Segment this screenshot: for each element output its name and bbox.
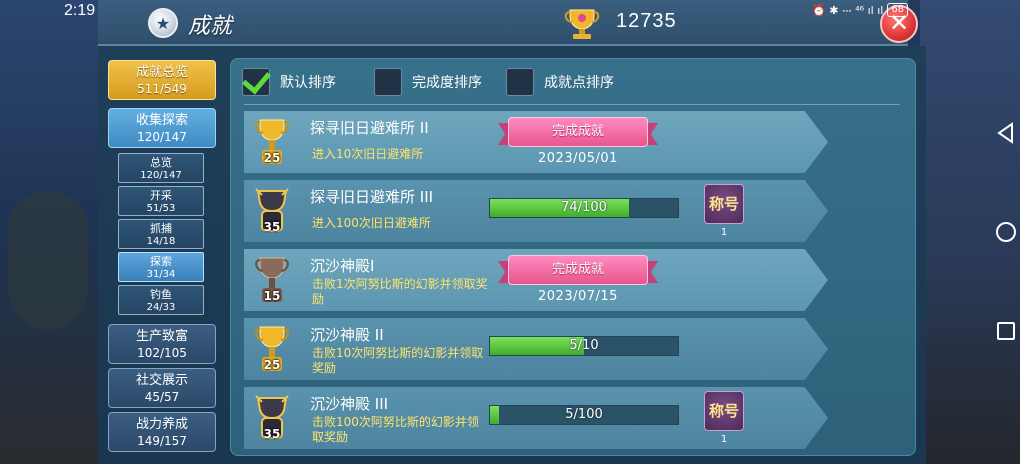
status-icons: ⏰ ✱ 𝌀 ⁴⁶ ıl ıl 68	[812, 3, 909, 17]
achievement-title: 探寻旧日避难所 III	[310, 188, 434, 206]
completion-date: 2023/07/15	[538, 289, 618, 304]
completed-label: 完成成就	[508, 117, 648, 147]
nav-production-label: 生产致富	[135, 329, 188, 344]
sort-points-label: 成就点排序	[544, 75, 614, 91]
achievement-row[interactable]: 35 沉沙神殿 III 击败100次阿努比斯的幻影并领取奖励 5/100 称号 …	[244, 387, 828, 449]
achievement-points-badge: 25	[263, 358, 281, 372]
divider	[244, 104, 900, 105]
achievement-row[interactable]: 15 沉沙神殿I 击败1次阿努比斯的幻影并领取奖励 完成成就 2023/07/1…	[244, 249, 828, 311]
subnav-label: 抓捕	[150, 222, 172, 235]
nav-combat-label: 战力养成	[135, 417, 188, 432]
nav-social[interactable]: 社交展示 45/57	[108, 368, 216, 408]
nav-production[interactable]: 生产致富 102/105	[108, 324, 216, 364]
nav-collect-label: 收集探索	[135, 113, 188, 128]
nav-collect-explore[interactable]: 收集探索 120/147	[108, 108, 216, 148]
completed-ribbon: 完成成就	[498, 117, 658, 147]
achievement-points-badge: 35	[263, 220, 281, 234]
reward-count: 1	[720, 434, 728, 445]
title-reward-icon[interactable]: 称号	[704, 391, 744, 431]
achievement-description: 进入10次旧日避难所	[312, 147, 424, 161]
status-time: 2:19	[64, 2, 96, 19]
nav-social-label: 社交展示	[135, 373, 188, 388]
progress-text: 5/100	[565, 407, 603, 422]
progress-text: 5/10	[569, 338, 599, 353]
title-reward-icon[interactable]: 称号	[704, 184, 744, 224]
nav-overview-label: 成就总览	[135, 65, 188, 80]
sort-completion-option[interactable]: 完成度排序	[374, 68, 482, 96]
subnav-label: 开采	[150, 189, 172, 202]
completed-ribbon: 完成成就	[498, 255, 658, 285]
progress-bar: 5/100	[489, 405, 679, 425]
battery-icon: 68	[887, 3, 909, 17]
achievement-description: 击败1次阿努比斯的幻影并领取奖励	[312, 277, 488, 306]
sort-points-checkbox[interactable]	[506, 68, 534, 96]
reward-count: 1	[720, 227, 728, 238]
achievement-title: 沉沙神殿 III	[310, 395, 389, 413]
achievement-title: 探寻旧日避难所 II	[310, 119, 429, 137]
nav-social-count: 45/57	[144, 390, 180, 404]
nav-combat-count: 149/157	[137, 434, 187, 448]
sort-completion-checkbox[interactable]	[374, 68, 402, 96]
subnav-fishing[interactable]: 钓鱼 24/33	[118, 285, 204, 315]
progress-bar: 74/100	[489, 198, 679, 218]
achievement-description: 击败10次阿努比斯的幻影并领取奖励	[312, 346, 484, 375]
achievement-row[interactable]: 25 沉沙神殿 II 击败10次阿努比斯的幻影并领取奖励 5/10	[244, 318, 828, 380]
page-title: 成就	[188, 14, 233, 39]
subnav-count: 14/18	[146, 236, 176, 247]
status-indicator-icons: ⏰ ✱ 𝌀 ⁴⁶ ıl ıl	[812, 3, 884, 17]
nav-production-count: 102/105	[137, 346, 187, 360]
completion-date: 2023/05/01	[538, 151, 618, 166]
nav-collect-count: 120/147	[137, 130, 187, 144]
progress-text: 74/100	[561, 200, 607, 215]
nav-overview-count: 511/549	[137, 82, 187, 96]
subnav-explore[interactable]: 探索 31/34	[118, 252, 204, 282]
achievement-points-cup-icon	[564, 9, 600, 39]
achievement-row[interactable]: 35 探寻旧日避难所 III 进入100次旧日避难所 74/100 称号 1	[244, 180, 828, 242]
achievement-row[interactable]: 25 探寻旧日避难所 II 进入10次旧日避难所 完成成就 2023/05/01	[244, 111, 828, 173]
subnav-label: 钓鱼	[150, 288, 172, 301]
subnav-label: 探索	[150, 255, 172, 268]
subnav-overview[interactable]: 总览 120/147	[118, 153, 204, 183]
subnav-mining[interactable]: 开采 51/53	[118, 186, 204, 216]
achievement-points-badge: 35	[263, 427, 281, 441]
subnav-capture[interactable]: 抓捕 14/18	[118, 219, 204, 249]
progress-bar: 5/10	[489, 336, 679, 356]
subnav-count: 120/147	[140, 170, 182, 181]
home-nav-icon[interactable]	[994, 220, 1018, 244]
completed-label: 完成成就	[508, 255, 648, 285]
back-nav-icon[interactable]	[994, 121, 1018, 145]
nav-combat[interactable]: 战力养成 149/157	[108, 412, 216, 452]
achievement-title: 沉沙神殿 II	[310, 326, 384, 344]
sort-default-label: 默认排序	[280, 75, 336, 91]
achievement-description: 击败100次阿努比斯的幻影并领取奖励	[312, 415, 479, 444]
achievement-title: 沉沙神殿I	[310, 257, 375, 275]
sort-default-checkbox[interactable]	[242, 68, 270, 96]
subnav-count: 24/33	[146, 302, 176, 313]
nav-overview[interactable]: 成就总览 511/549	[108, 60, 216, 100]
background-tree	[8, 190, 88, 330]
trophy-icon: ★	[148, 8, 178, 38]
sort-default-option[interactable]: 默认排序	[242, 68, 336, 96]
achievement-points-badge: 15	[263, 289, 281, 303]
achievement-description: 进入100次旧日避难所	[312, 216, 431, 230]
sort-completion-label: 完成度排序	[412, 75, 482, 91]
subnav-label: 总览	[150, 156, 172, 169]
achievement-points: 12735	[616, 10, 677, 32]
recents-nav-icon[interactable]	[994, 319, 1018, 343]
achievement-points-badge: 25	[263, 151, 281, 165]
sort-points-option[interactable]: 成就点排序	[506, 68, 614, 96]
subnav-count: 31/34	[146, 269, 176, 280]
subnav-count: 51/53	[146, 203, 176, 214]
